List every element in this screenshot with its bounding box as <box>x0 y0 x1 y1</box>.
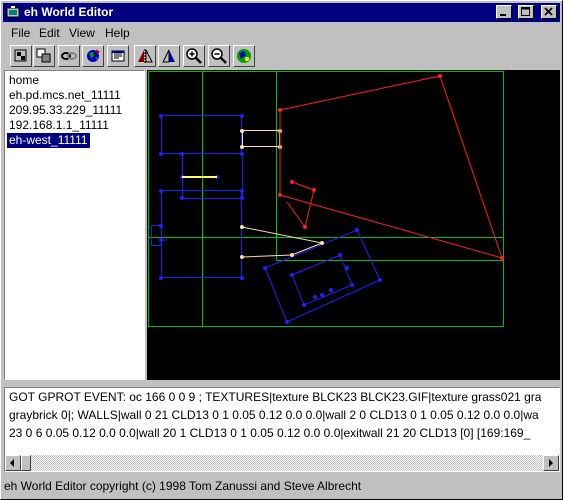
title-bar: eh World Editor <box>3 3 560 22</box>
flip-horizontal-icon <box>138 49 153 63</box>
flip-vertical-button[interactable] <box>158 45 180 67</box>
link-icon <box>61 52 77 60</box>
log-horizontal-scrollbar[interactable] <box>5 455 559 471</box>
menu-file[interactable]: File <box>11 26 30 40</box>
globe-button[interactable] <box>82 45 104 67</box>
minimize-button[interactable] <box>496 5 513 19</box>
menu-edit[interactable]: Edit <box>39 26 60 40</box>
zoom-out-icon <box>211 48 227 64</box>
window-title: eh World Editor <box>24 5 114 19</box>
room-blue <box>291 254 353 306</box>
zoom-in-button[interactable] <box>183 45 205 67</box>
menu-help[interactable]: Help <box>105 26 130 40</box>
scroll-left-button[interactable] <box>5 455 21 471</box>
main-window: eh World Editor File Edit View Help home… <box>0 0 563 500</box>
toolbar <box>3 44 560 70</box>
world-icon <box>237 49 251 63</box>
zoom-in-icon <box>186 48 202 64</box>
room-blue <box>161 115 242 154</box>
host-item[interactable]: home <box>7 73 41 88</box>
scroll-right-button[interactable] <box>543 455 559 471</box>
map-canvas[interactable] <box>147 70 560 380</box>
path-highlight <box>241 226 324 258</box>
properties-icon <box>111 50 125 62</box>
room-blue <box>161 190 242 278</box>
room-highlight <box>242 130 280 147</box>
room-blue <box>151 225 162 246</box>
log-line: graybrick 0|; WALLS|wall 0 21 CLD13 0 1 … <box>9 408 539 422</box>
scroll-track[interactable] <box>21 455 543 471</box>
flip-horizontal-button[interactable] <box>134 45 156 67</box>
world-button[interactable] <box>233 45 255 67</box>
menu-bar: File Edit View Help <box>3 23 560 42</box>
status-bar: eh World Editor copyright (c) 1998 Tom Z… <box>4 479 362 493</box>
room-red <box>286 181 315 229</box>
properties-button[interactable] <box>107 45 129 67</box>
maximize-button[interactable] <box>517 5 534 19</box>
map-view[interactable] <box>147 70 560 380</box>
rooms-icon <box>36 48 51 63</box>
host-item[interactable]: eh.pd.mcs.net_11111 <box>7 88 123 103</box>
host-list[interactable]: home eh.pd.mcs.net_11111 209.95.33.229_1… <box>4 70 145 380</box>
room-red <box>279 75 503 259</box>
new-button[interactable] <box>10 45 32 67</box>
log-line: 23 0 6 0.05 0.12 0.0 0.0|wall 20 1 CLD13… <box>9 426 531 440</box>
log-line: GOT GPROT EVENT: oc 166 0 0 9 ; TEXTURES… <box>9 390 542 404</box>
app-icon <box>6 5 20 19</box>
rooms-button[interactable] <box>33 45 55 67</box>
new-icon <box>14 49 27 62</box>
host-item-selected[interactable]: eh-west_11111 <box>7 133 90 148</box>
host-item[interactable]: 192.168.1.1_11111 <box>7 118 111 133</box>
flip-vertical-icon <box>162 49 175 63</box>
globe-icon <box>87 49 100 62</box>
close-button[interactable] <box>541 5 557 19</box>
scroll-thumb[interactable] <box>21 455 31 471</box>
link-button[interactable] <box>58 45 80 67</box>
menu-view[interactable]: View <box>69 26 95 40</box>
zoom-out-button[interactable] <box>208 45 230 67</box>
host-item[interactable]: 209.95.33.229_11111 <box>7 103 124 118</box>
